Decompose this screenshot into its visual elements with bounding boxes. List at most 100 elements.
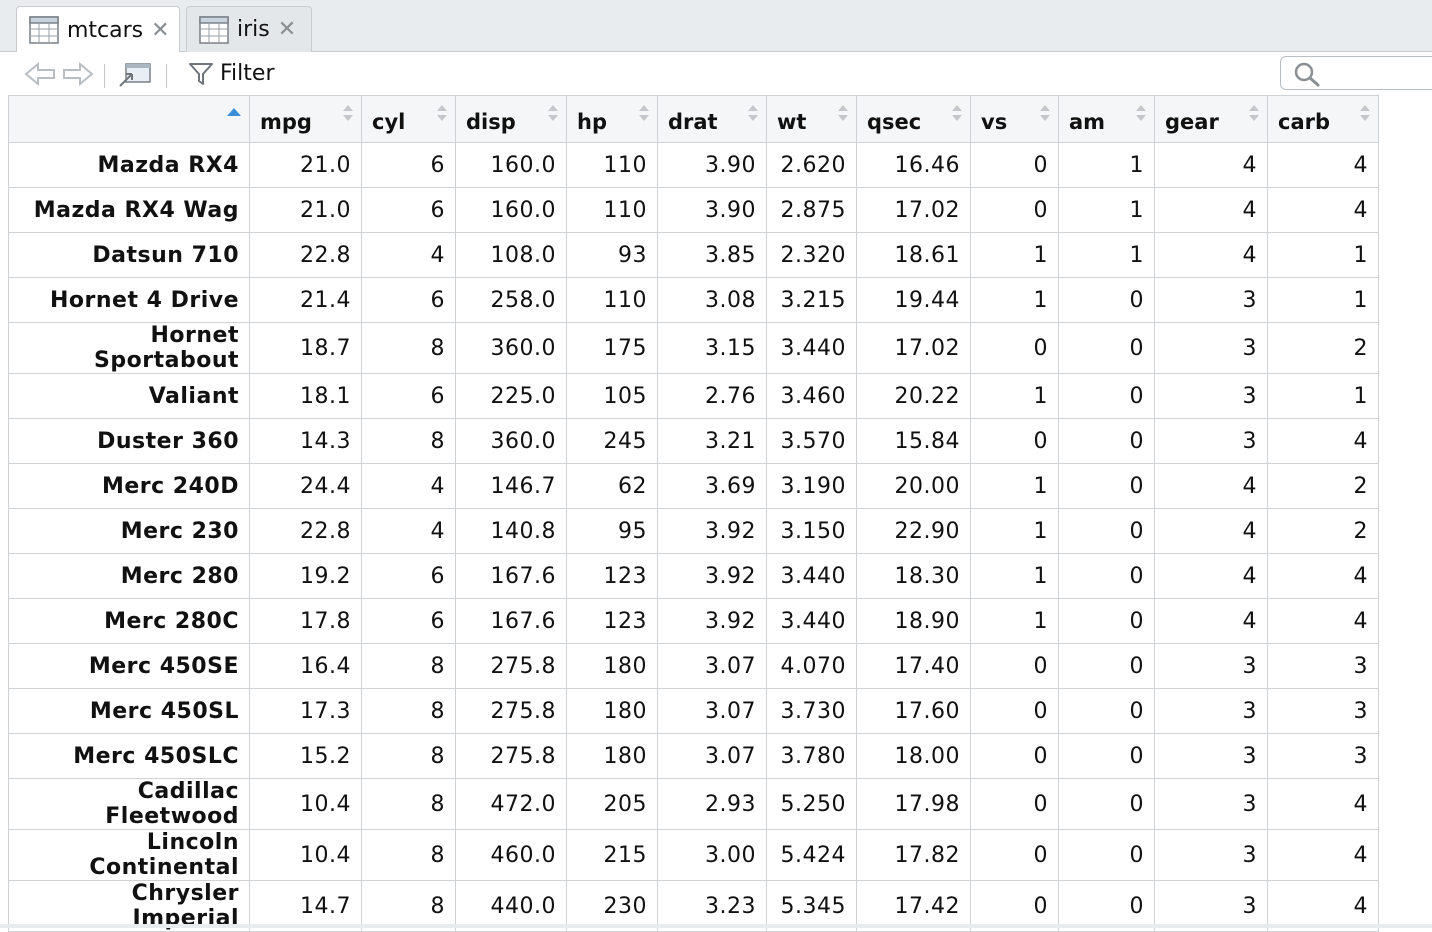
column-header-am[interactable]: am: [1058, 95, 1155, 143]
cell-gear: 3: [1154, 688, 1268, 734]
cell-drat: 3.92: [657, 508, 767, 554]
cell-cyl: 6: [361, 553, 456, 599]
cell-carb: 3: [1267, 643, 1379, 689]
table-row: Hornet Sportabout 18.7 8 360.0 175 3.15 3.440 1…: [8, 322, 1379, 374]
cell-gear: 4: [1154, 508, 1268, 554]
cell-drat: 3.85: [657, 232, 767, 278]
cell-am: 0: [1058, 322, 1155, 374]
cell-gear: 3: [1154, 643, 1268, 689]
column-header-wt[interactable]: wt: [766, 95, 857, 143]
cell-drat: 3.92: [657, 598, 767, 644]
filter-icon[interactable]: [188, 60, 214, 88]
table-row: Mazda RX4 21.0 6 160.0 110 3.90 2.620 16.46 0 1 4 4: [8, 142, 1379, 188]
cell-am: 0: [1058, 373, 1155, 419]
cell-drat: 3.07: [657, 733, 767, 779]
sort-toggle-icon[interactable]: [1360, 104, 1370, 122]
close-icon[interactable]: ✕: [151, 18, 169, 43]
sort-toggle-icon[interactable]: [437, 104, 447, 122]
cell-vs: 1: [970, 277, 1059, 323]
cell-drat: 3.07: [657, 643, 767, 689]
cell-gear: 3: [1154, 373, 1268, 419]
cell-wt: 3.215: [766, 277, 857, 323]
tab-iris[interactable]: iris ✕: [186, 6, 312, 52]
column-header-carb[interactable]: carb: [1267, 95, 1379, 143]
cell-carb: 1: [1267, 232, 1379, 278]
cell-drat: 3.90: [657, 187, 767, 233]
toolbar: Filter: [0, 52, 1432, 96]
sort-toggle-icon[interactable]: [639, 104, 649, 122]
search-input[interactable]: [1280, 56, 1432, 90]
table-row: Merc 280 19.2 6 167.6 123 3.92 3.440 18.30 1 0 4 4: [8, 553, 1379, 599]
popout-window-icon[interactable]: [118, 60, 152, 88]
cell-hp: 180: [566, 643, 658, 689]
close-icon[interactable]: ✕: [278, 17, 296, 42]
sort-toggle-icon[interactable]: [1136, 104, 1146, 122]
column-header-disp[interactable]: disp: [455, 95, 567, 143]
cell-gear: 4: [1154, 187, 1268, 233]
sort-toggle-icon[interactable]: [838, 104, 848, 122]
cell-hp: 180: [566, 733, 658, 779]
cell-vs: 0: [970, 418, 1059, 464]
cell-qsec: 15.84: [856, 418, 971, 464]
cell-disp: 167.6: [455, 553, 567, 599]
cell-qsec: 18.90: [856, 598, 971, 644]
row-name-cell: Datsun 710: [8, 232, 250, 278]
sort-toggle-icon[interactable]: [748, 104, 758, 122]
sort-toggle-icon[interactable]: [1040, 104, 1050, 122]
cell-disp: 160.0: [455, 187, 567, 233]
data-grid: mpg cyl disp hp drat wt qsec vs am gear carb Mazda…: [8, 95, 1379, 932]
cell-gear: 3: [1154, 277, 1268, 323]
cell-drat: 3.69: [657, 463, 767, 509]
filter-button[interactable]: Filter: [220, 58, 274, 90]
cell-mpg: 15.2: [249, 733, 362, 779]
cell-gear: 4: [1154, 142, 1268, 188]
table-row: Merc 450SL 17.3 8 275.8 180 3.07 3.730 17.60 0 0 3…: [8, 688, 1379, 734]
cell-gear: 3: [1154, 322, 1268, 374]
column-header-drat[interactable]: drat: [657, 95, 767, 143]
column-header-gear[interactable]: gear: [1154, 95, 1268, 143]
cell-cyl: 8: [361, 643, 456, 689]
cell-disp: 360.0: [455, 418, 567, 464]
row-names-header[interactable]: [8, 95, 250, 143]
sort-toggle-icon[interactable]: [1249, 104, 1259, 122]
back-arrow-icon[interactable]: [24, 60, 58, 88]
column-header-hp[interactable]: hp: [566, 95, 658, 143]
cell-hp: 180: [566, 688, 658, 734]
row-name-cell: Merc 450SLC: [8, 733, 250, 779]
cell-gear: 3: [1154, 778, 1268, 830]
cell-mpg: 21.4: [249, 277, 362, 323]
cell-cyl: 8: [361, 688, 456, 734]
cell-qsec: 18.61: [856, 232, 971, 278]
sort-ascending-icon: [227, 108, 241, 116]
cell-cyl: 8: [361, 418, 456, 464]
cell-carb: 1: [1267, 277, 1379, 323]
cell-wt: 5.424: [766, 829, 857, 881]
cell-wt: 2.875: [766, 187, 857, 233]
cell-carb: 4: [1267, 142, 1379, 188]
cell-drat: 3.07: [657, 688, 767, 734]
tab-mtcars[interactable]: mtcars ✕: [16, 6, 180, 53]
row-name-cell: Mazda RX4: [8, 142, 250, 188]
cell-wt: 3.460: [766, 373, 857, 419]
column-header-cyl[interactable]: cyl: [361, 95, 456, 143]
column-header-qsec[interactable]: qsec: [856, 95, 971, 143]
column-header-label: drat: [668, 110, 718, 134]
cell-carb: 2: [1267, 322, 1379, 374]
column-header-label: mpg: [260, 110, 312, 134]
table-icon: [29, 16, 59, 44]
cell-carb: 4: [1267, 418, 1379, 464]
sort-toggle-icon[interactable]: [952, 104, 962, 122]
search-icon: [1294, 62, 1320, 87]
forward-arrow-icon[interactable]: [60, 60, 94, 88]
sort-toggle-icon[interactable]: [343, 104, 353, 122]
column-header-label: gear: [1165, 110, 1219, 134]
header-row: mpg cyl disp hp drat wt qsec vs am gear carb: [8, 95, 1379, 143]
sort-toggle-icon[interactable]: [548, 104, 558, 122]
cell-mpg: 22.8: [249, 232, 362, 278]
cell-drat: 2.76: [657, 373, 767, 419]
cell-cyl: 8: [361, 733, 456, 779]
column-header-mpg[interactable]: mpg: [249, 95, 362, 143]
cell-wt: 2.620: [766, 142, 857, 188]
column-header-vs[interactable]: vs: [970, 95, 1059, 143]
tab-bar: mtcars ✕ iris ✕: [0, 0, 1432, 53]
